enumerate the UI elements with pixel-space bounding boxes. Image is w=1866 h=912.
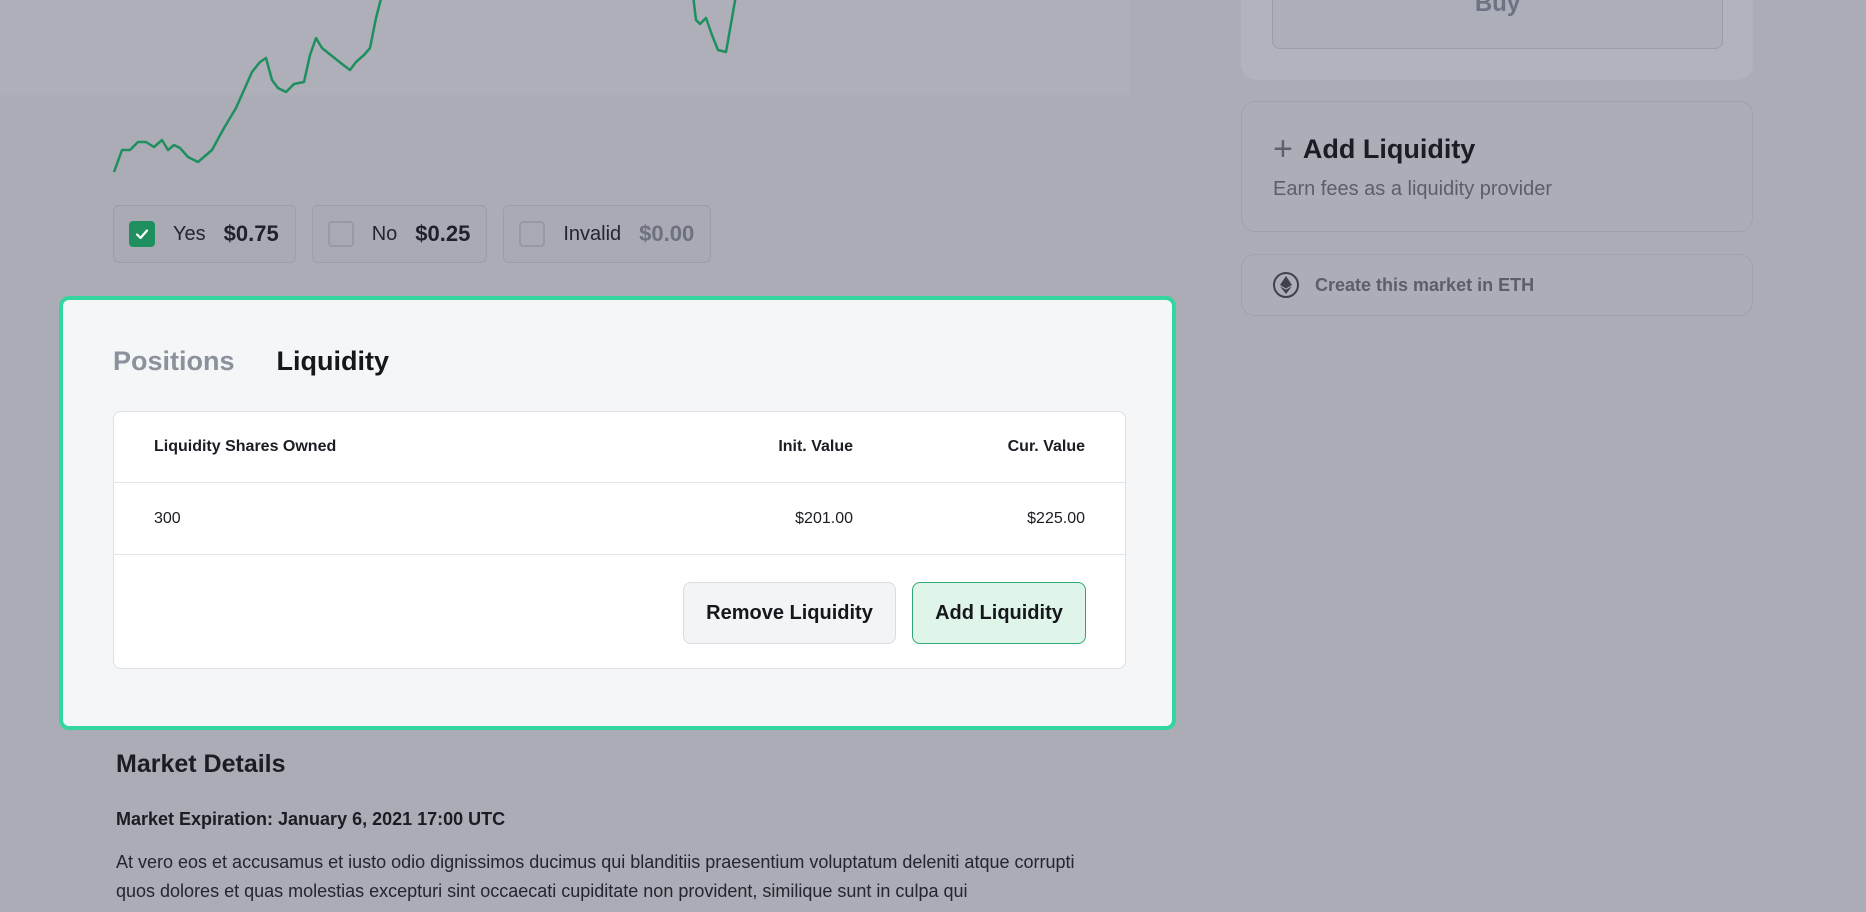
- legend-label: Invalid: [563, 222, 622, 245]
- table-header-row: Liquidity Shares Owned Init. Value Cur. …: [114, 412, 1125, 483]
- legend-price: $0.00: [639, 221, 695, 246]
- header-cur-value: Cur. Value: [1007, 438, 1085, 455]
- trade-card: Buy: [1241, 0, 1753, 80]
- check-icon: [135, 229, 149, 240]
- cell-cur-value: $225.00: [1027, 509, 1085, 527]
- panel-tabs: Positions Liquidity: [113, 346, 389, 377]
- market-expiration: Market Expiration: January 6, 2021 17:00…: [116, 809, 506, 829]
- chart-line-yes: [112, 0, 382, 173]
- chart-line-yes-segment: [692, 0, 737, 54]
- market-description: At vero eos et accusamus et iusto odio d…: [116, 852, 1075, 901]
- legend-price: $0.75: [223, 221, 279, 246]
- tab-positions[interactable]: Positions: [113, 346, 235, 377]
- checkbox-yes[interactable]: [129, 221, 155, 247]
- market-details: Market Details Market Expiration: Januar…: [116, 750, 1116, 906]
- add-liquidity-title: Add Liquidity: [1302, 133, 1476, 164]
- legend-item-yes[interactable]: Yes $0.75: [113, 205, 296, 263]
- header-init-value: Init. Value: [778, 438, 853, 455]
- liquidity-table: Liquidity Shares Owned Init. Value Cur. …: [113, 411, 1126, 669]
- checkbox-no[interactable]: [327, 221, 354, 247]
- create-market-eth-button[interactable]: Create this market in ETH: [1241, 254, 1753, 316]
- header-shares-owned: Liquidity Shares Owned: [154, 438, 337, 455]
- cell-init-value: $201.00: [795, 509, 853, 527]
- ethereum-icon: [1273, 272, 1299, 298]
- add-liquidity-button[interactable]: Add Liquidity: [912, 582, 1086, 644]
- outcome-legend: Yes $0.75 No $0.25 Invalid $0.00: [113, 205, 712, 263]
- add-liquidity-heading: + Add Liquidity: [1273, 132, 1475, 166]
- buy-button[interactable]: Buy: [1272, 0, 1723, 49]
- legend-item-invalid[interactable]: Invalid $0.00: [503, 205, 712, 263]
- table-row: 300 $201.00 $225.00: [114, 483, 1125, 555]
- liquidity-panel: Positions Liquidity Liquidity Shares Own…: [59, 296, 1176, 730]
- add-liquidity-card[interactable]: + Add Liquidity Earn fees as a liquidity…: [1241, 101, 1753, 232]
- price-chart: [112, 0, 737, 173]
- legend-item-no[interactable]: No $0.25: [311, 205, 488, 263]
- plus-icon: +: [1273, 130, 1293, 168]
- legend-label: No: [371, 222, 398, 245]
- create-market-label: Create this market in ETH: [1315, 274, 1535, 295]
- cell-shares-owned: 300: [154, 509, 181, 527]
- legend-price: $0.25: [415, 221, 471, 246]
- legend-label: Yes: [173, 222, 206, 245]
- checkbox-invalid[interactable]: [519, 221, 546, 247]
- tab-liquidity[interactable]: Liquidity: [277, 346, 389, 377]
- market-details-title: Market Details: [116, 750, 286, 778]
- remove-liquidity-button[interactable]: Remove Liquidity: [683, 582, 896, 644]
- add-liquidity-subtitle: Earn fees as a liquidity provider: [1273, 178, 1553, 200]
